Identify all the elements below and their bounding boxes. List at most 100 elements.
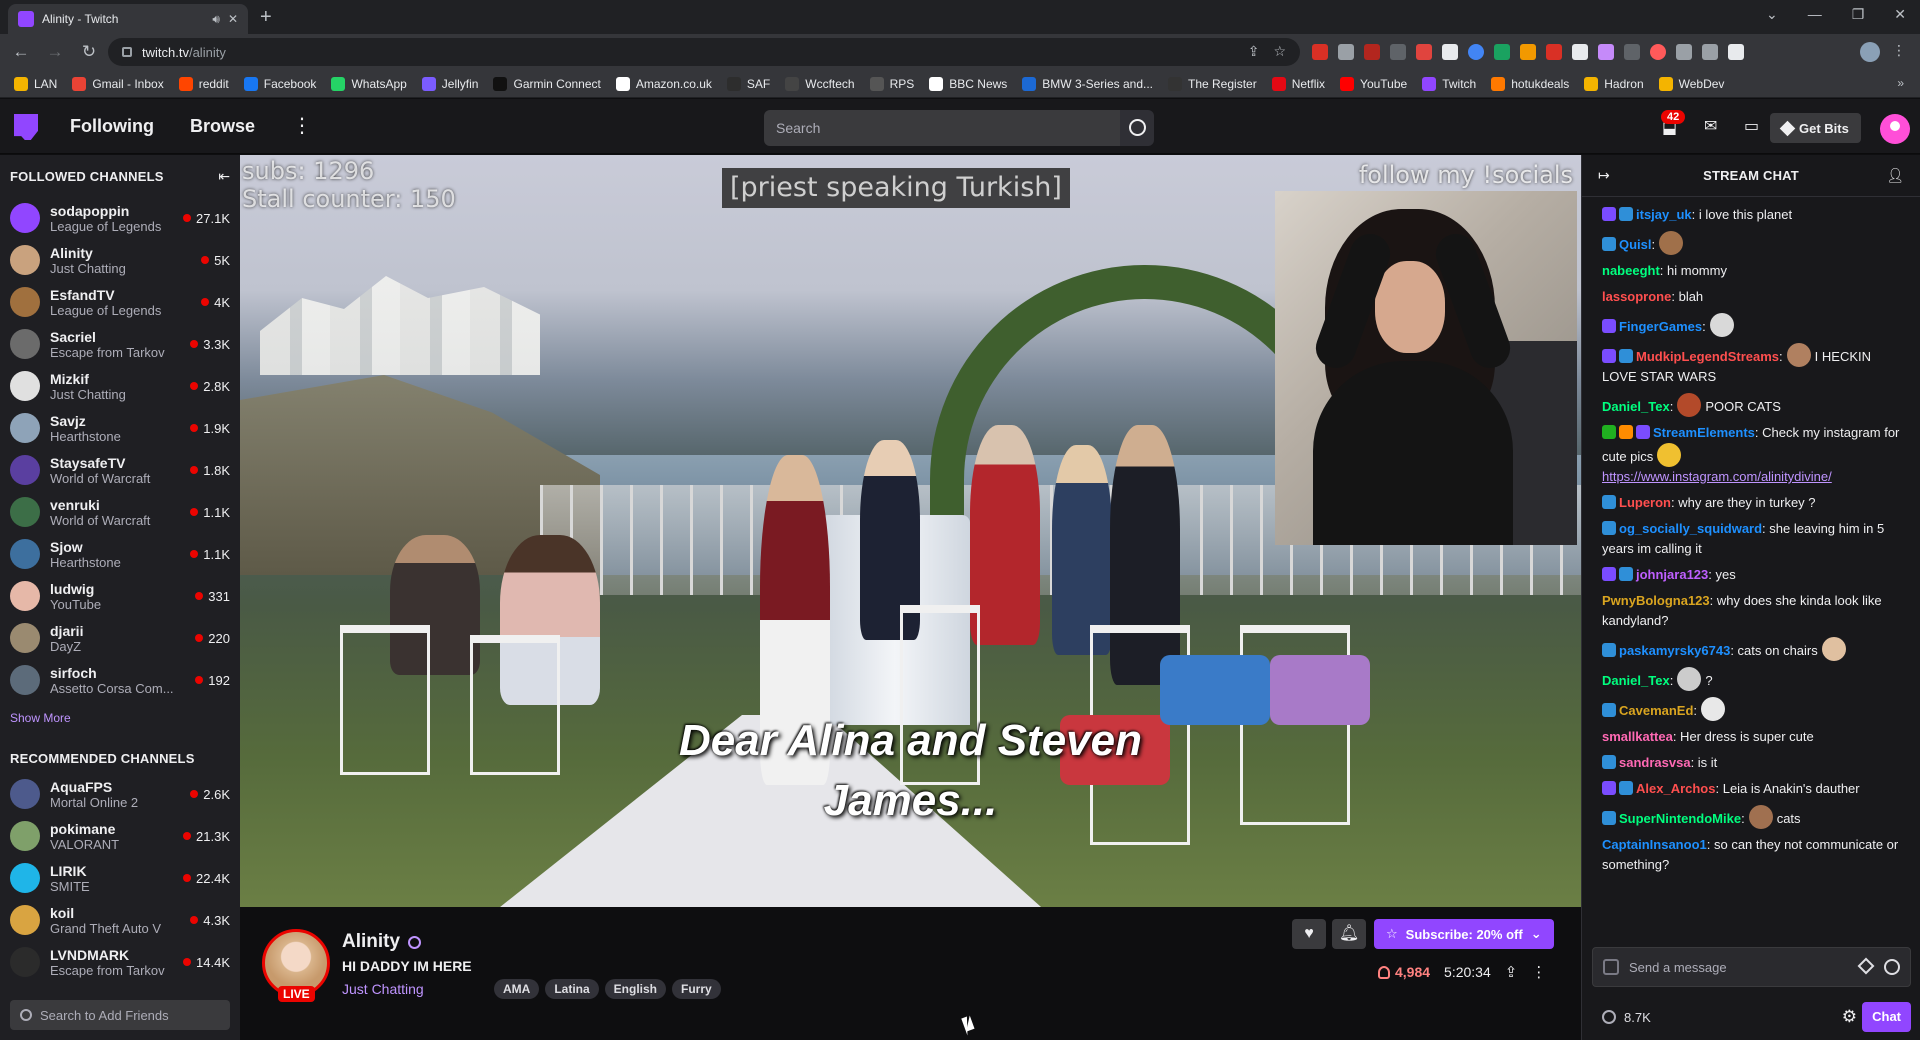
- speaker-icon[interactable]: 🔊︎: [212, 12, 220, 27]
- emote-icon[interactable]: [1786, 343, 1811, 367]
- maximize-button[interactable]: ❐: [1852, 6, 1865, 23]
- bookmarks-overflow-icon[interactable]: »: [1897, 76, 1904, 90]
- friends-search-input[interactable]: Search to Add Friends: [10, 1000, 230, 1030]
- puzzle-extensions-icon[interactable]: [1676, 44, 1692, 60]
- emote-icon[interactable]: [1748, 805, 1773, 829]
- stream-tag[interactable]: Furry: [672, 979, 721, 999]
- bookmark-item[interactable]: reddit: [178, 76, 229, 91]
- emote-picker-icon[interactable]: [1884, 959, 1900, 975]
- chat-messages[interactable]: itsjay_uk: i love this planet Quisl: nabee…: [1582, 199, 1920, 939]
- side-panel-icon[interactable]: [1728, 44, 1744, 60]
- extension-icon[interactable]: [1442, 44, 1458, 60]
- browser-menu-icon[interactable]: ⋮: [1892, 42, 1906, 59]
- stream-tag[interactable]: AMA: [494, 979, 540, 999]
- chat-badge-icon[interactable]: [1602, 567, 1616, 581]
- chat-username[interactable]: Daniel_Tex: [1602, 673, 1670, 688]
- sidebar-channel-staysafetv[interactable]: StaysafeTV World of Warcraft 1.8K: [0, 449, 240, 491]
- extension-icon[interactable]: [1572, 44, 1588, 60]
- chat-username[interactable]: FingerGames: [1619, 319, 1702, 334]
- chat-username[interactable]: sandrasvsa: [1619, 755, 1691, 770]
- forward-button[interactable]: →: [42, 42, 68, 62]
- sidebar-channel-ludwig[interactable]: ludwig YouTube 331: [0, 575, 240, 617]
- sidebar-channel-venruki[interactable]: venruki World of Warcraft 1.1K: [0, 491, 240, 533]
- search-input[interactable]: Search: [764, 110, 1120, 146]
- community-icon[interactable]: 👤︎: [1886, 167, 1904, 184]
- sidebar-channel-alinity[interactable]: Alinity Just Chatting 5K: [0, 239, 240, 281]
- extension-icon[interactable]: [1338, 44, 1354, 60]
- sidebar-channel-djarii[interactable]: djarii DayZ 220: [0, 617, 240, 659]
- emote-icon[interactable]: [1701, 697, 1726, 721]
- chat-badge-icon[interactable]: [1619, 567, 1633, 581]
- bookmark-item[interactable]: Twitch: [1422, 76, 1476, 91]
- whispers-icon[interactable]: ▭: [1744, 116, 1766, 136]
- sidebar-channel-koil[interactable]: koil Grand Theft Auto V 4.3K: [0, 899, 240, 941]
- bookmark-item[interactable]: SAF: [726, 76, 770, 91]
- chat-send-button[interactable]: Chat: [1862, 1002, 1911, 1032]
- sidebar-channel-lvndmark[interactable]: LVNDMARK Escape from Tarkov 14.4K: [0, 941, 240, 983]
- chat-username[interactable]: Alex_Archos: [1636, 781, 1715, 796]
- chat-username[interactable]: Daniel_Tex: [1602, 399, 1670, 414]
- following-link[interactable]: Following: [70, 116, 154, 137]
- reading-list-icon[interactable]: [1702, 44, 1718, 60]
- bits-icon[interactable]: [1857, 957, 1875, 975]
- sidebar-channel-sacriel[interactable]: Sacriel Escape from Tarkov 3.3K: [0, 323, 240, 365]
- bookmark-item[interactable]: Gmail - Inbox: [72, 76, 164, 91]
- chat-username[interactable]: nabeeght: [1602, 263, 1660, 278]
- show-more-link[interactable]: Show More: [0, 701, 240, 743]
- emote-icon[interactable]: [1821, 637, 1846, 661]
- bookmark-item[interactable]: Netflix: [1271, 76, 1325, 91]
- chat-username[interactable]: paskamyrsky6743: [1619, 643, 1730, 658]
- chat-username[interactable]: CavemanEd: [1619, 703, 1693, 718]
- bookmark-item[interactable]: RPS: [869, 76, 914, 91]
- bookmark-item[interactable]: YouTube: [1340, 76, 1407, 91]
- emote-icon[interactable]: [1677, 393, 1702, 417]
- bookmark-item[interactable]: Amazon.co.uk: [615, 76, 712, 91]
- extension-icon[interactable]: [1650, 44, 1666, 60]
- inbox-icon[interactable]: ✉︎: [1704, 116, 1726, 136]
- chat-badge-icon[interactable]: [1602, 643, 1616, 657]
- collapse-chat-icon[interactable]: ↦: [1598, 167, 1610, 184]
- more-options-icon[interactable]: ⋮: [1531, 963, 1546, 981]
- emote-icon[interactable]: [1659, 231, 1684, 255]
- extension-icon[interactable]: [1598, 44, 1614, 60]
- chat-badge-icon[interactable]: [1602, 495, 1616, 509]
- extension-icon[interactable]: [1624, 44, 1640, 60]
- chat-badge-icon[interactable]: [1602, 237, 1616, 251]
- extension-icon[interactable]: [1312, 44, 1328, 60]
- subscribe-button[interactable]: ☆ Subscribe: 20% off ⌄: [1374, 919, 1554, 949]
- follow-heart-button[interactable]: ♥: [1292, 919, 1326, 949]
- chat-badge-icon[interactable]: [1602, 811, 1616, 825]
- chat-link[interactable]: https://www.instagram.com/alinitydivine/: [1602, 469, 1832, 484]
- sidebar-channel-sirfoch[interactable]: sirfoch Assetto Corsa Com... 192: [0, 659, 240, 701]
- chat-badge-icon[interactable]: [1602, 755, 1616, 769]
- chat-badge-icon[interactable]: [1636, 425, 1650, 439]
- bookmark-star-icon[interactable]: ☆: [1273, 43, 1286, 60]
- bookmark-item[interactable]: The Register: [1168, 76, 1257, 91]
- chat-username[interactable]: Quisl: [1619, 237, 1652, 252]
- browse-link[interactable]: Browse: [190, 116, 255, 137]
- user-avatar[interactable]: [1880, 114, 1910, 144]
- chat-username[interactable]: StreamElements: [1653, 425, 1755, 440]
- chat-username[interactable]: og_socially_squidward: [1619, 521, 1762, 536]
- chat-username[interactable]: johnjara123: [1636, 567, 1708, 582]
- sidebar-channel-pokimane[interactable]: pokimane VALORANT 21.3K: [0, 815, 240, 857]
- chat-badge-icon[interactable]: [1619, 781, 1633, 795]
- tab-search-icon[interactable]: ⌄: [1766, 6, 1778, 23]
- sidebar-channel-sodapoppin[interactable]: sodapoppin League of Legends 27.1K: [0, 197, 240, 239]
- extension-icon[interactable]: [1416, 44, 1432, 60]
- sidebar-channel-sjow[interactable]: Sjow Hearthstone 1.1K: [0, 533, 240, 575]
- bookmark-item[interactable]: BBC News: [929, 76, 1007, 91]
- extension-icon[interactable]: [1520, 44, 1536, 60]
- chat-username[interactable]: lassoprone: [1602, 289, 1671, 304]
- extension-icon[interactable]: [1494, 44, 1510, 60]
- minimize-button[interactable]: —: [1808, 6, 1822, 23]
- close-window-button[interactable]: ✕: [1894, 6, 1906, 23]
- close-tab-icon[interactable]: ✕: [228, 12, 238, 26]
- twitch-logo-icon[interactable]: [14, 114, 38, 140]
- new-tab-button[interactable]: +: [260, 6, 272, 29]
- chat-badge-icon[interactable]: [1602, 521, 1616, 535]
- chat-badge-icon[interactable]: [1602, 207, 1616, 221]
- stream-tag[interactable]: Latina: [545, 979, 599, 999]
- share-page-icon[interactable]: ⇪: [1248, 43, 1260, 60]
- chat-settings-gear-icon[interactable]: ⚙: [1842, 1007, 1857, 1027]
